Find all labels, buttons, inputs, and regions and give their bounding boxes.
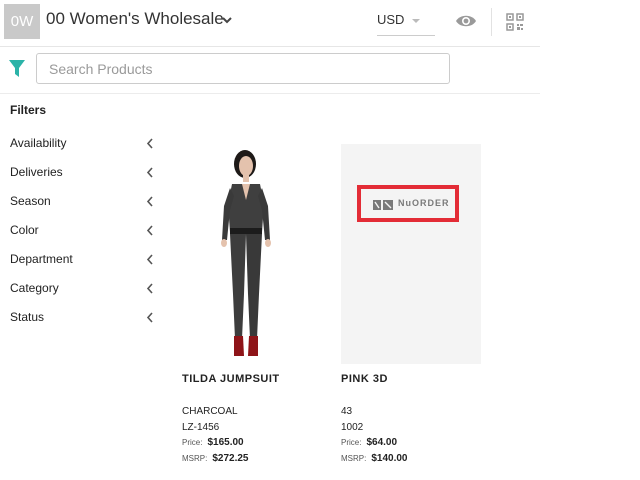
chevron-left-icon xyxy=(146,312,153,323)
product-card[interactable]: TILDA JUMPSUIT CHARCOAL LZ-1456 Price: $1… xyxy=(182,144,332,474)
filter-label: Category xyxy=(10,281,59,295)
chevron-left-icon xyxy=(146,225,153,236)
product-color: CHARCOAL xyxy=(182,406,238,417)
filter-deliveries[interactable]: Deliveries xyxy=(10,162,160,184)
filter-color[interactable]: Color xyxy=(10,220,160,242)
eye-icon[interactable] xyxy=(455,13,477,29)
product-name[interactable]: TILDA JUMPSUIT xyxy=(182,373,280,385)
filter-department[interactable]: Department xyxy=(10,249,160,271)
filter-label: Department xyxy=(10,252,73,266)
chevron-down-icon[interactable] xyxy=(220,13,234,27)
price-value: $64.00 xyxy=(366,437,398,448)
msrp-row: MSRP: $140.00 xyxy=(341,453,408,464)
filter-label: Availability xyxy=(10,136,67,150)
chevron-left-icon xyxy=(146,196,153,207)
filter-icon[interactable] xyxy=(8,59,26,79)
msrp-value: $140.00 xyxy=(371,453,408,464)
search-input[interactable] xyxy=(36,53,450,84)
price-label: Price: xyxy=(341,438,362,447)
product-color: 43 xyxy=(341,406,353,417)
filters-heading: Filters xyxy=(10,103,47,117)
product-image[interactable] xyxy=(182,144,322,364)
filter-label: Color xyxy=(10,223,39,237)
product-card[interactable]: NuORDER PINK 3D 43 1002 Price: $64.00 MSR… xyxy=(341,144,491,474)
filter-status[interactable]: Status xyxy=(10,307,160,329)
price-label: Price: xyxy=(182,438,203,447)
msrp-label: MSRP: xyxy=(182,454,208,463)
image-placeholder-background xyxy=(341,144,481,364)
nuorder-logo-icon xyxy=(373,200,393,210)
currency-select[interactable]: USD xyxy=(377,9,435,36)
nuorder-logo-highlight: NuORDER xyxy=(357,185,459,222)
filter-label: Season xyxy=(10,194,51,208)
search-divider-line xyxy=(0,93,540,94)
chevron-left-icon xyxy=(146,138,153,149)
product-sku: LZ-1456 xyxy=(182,422,220,433)
filter-availability[interactable]: Availability xyxy=(10,133,160,155)
store-avatar[interactable]: 0W xyxy=(4,4,40,39)
filter-label: Status xyxy=(10,310,45,324)
header-divider xyxy=(491,8,492,36)
price-row: Price: $64.00 xyxy=(341,437,397,448)
filter-category[interactable]: Category xyxy=(10,278,160,300)
msrp-label: MSRP: xyxy=(341,454,367,463)
product-name[interactable]: PINK 3D xyxy=(341,373,388,385)
chevron-left-icon xyxy=(146,283,153,294)
product-image-placeholder[interactable]: NuORDER xyxy=(341,144,481,364)
chevron-left-icon xyxy=(146,167,153,178)
qr-code-icon[interactable] xyxy=(506,13,524,31)
chevron-left-icon xyxy=(146,254,153,265)
filter-season[interactable]: Season xyxy=(10,191,160,213)
caret-down-icon xyxy=(412,19,420,23)
currency-value: USD xyxy=(377,12,405,27)
header-divider-line xyxy=(0,46,540,47)
nuorder-logo-text: NuORDER xyxy=(398,198,450,208)
msrp-row: MSRP: $272.25 xyxy=(182,453,249,464)
store-title[interactable]: 00 Women's Wholesale xyxy=(46,9,224,29)
price-row: Price: $165.00 xyxy=(182,437,244,448)
top-header: 0W 00 Women's Wholesale USD xyxy=(0,0,540,46)
product-sku: 1002 xyxy=(341,422,364,433)
msrp-value: $272.25 xyxy=(212,453,249,464)
filter-label: Deliveries xyxy=(10,165,63,179)
price-value: $165.00 xyxy=(207,437,244,448)
